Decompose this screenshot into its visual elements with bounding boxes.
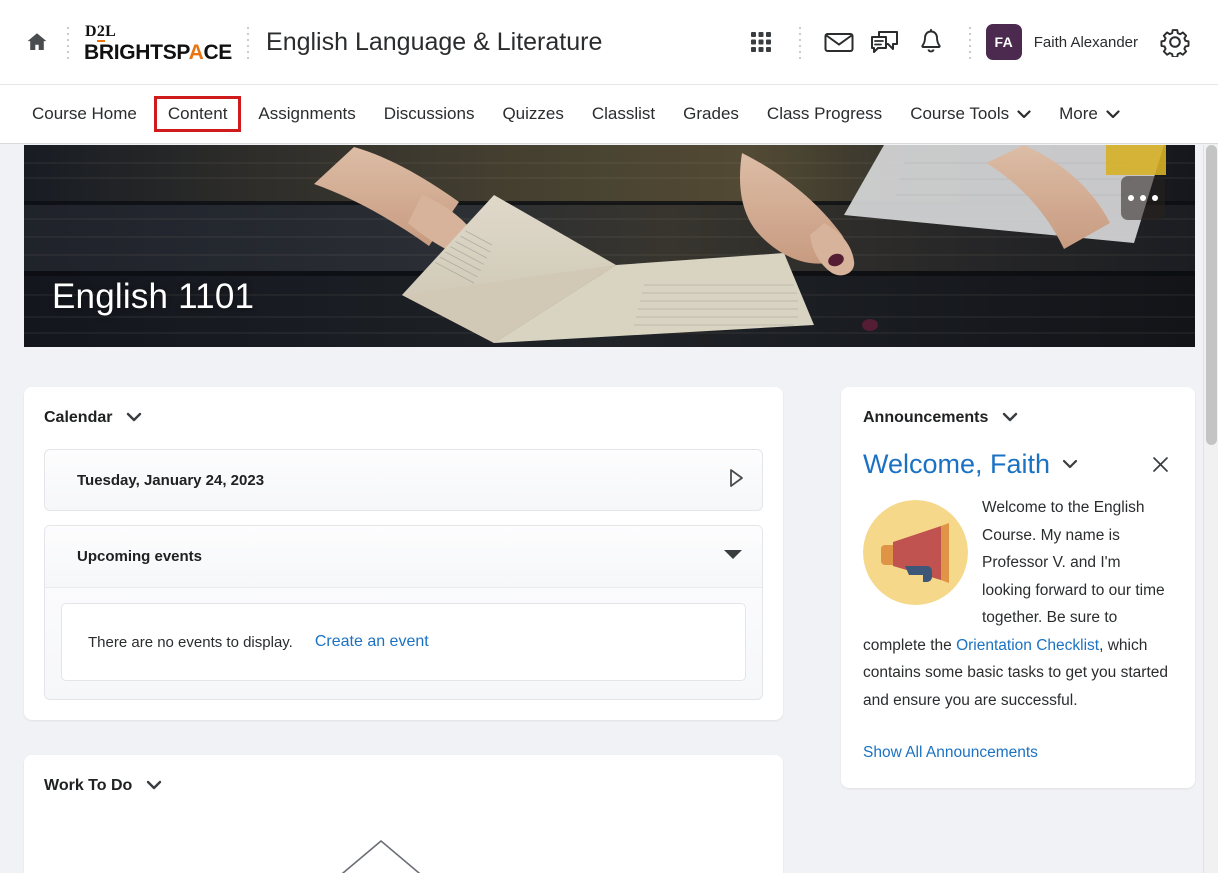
nav-item-quizzes[interactable]: Quizzes [488, 96, 577, 132]
header-divider-4 [967, 25, 972, 59]
chevron-down-icon [1017, 104, 1031, 124]
no-events-text: There are no events to display. [88, 633, 293, 651]
upcoming-events-section: Upcoming events There are no events to d… [44, 525, 763, 700]
chevron-down-icon[interactable] [146, 777, 162, 795]
chat-bubbles-icon[interactable] [862, 19, 908, 65]
nav-item-classlist[interactable]: Classlist [578, 96, 669, 132]
nav-item-grades[interactable]: Grades [669, 96, 753, 132]
brightspace-course-page: D2L BRIGHTSPACE English Language & Liter… [0, 0, 1218, 873]
upcoming-events-header[interactable]: Upcoming events [45, 526, 762, 588]
avatar[interactable]: FA [985, 24, 1022, 60]
nav-item-course-home[interactable]: Course Home [18, 96, 151, 132]
nav-item-class-progress[interactable]: Class Progress [753, 96, 896, 132]
work-to-do-widget: Work To Do [24, 755, 783, 873]
left-column: Calendar Tuesday, January 24, 2023 Upcom… [24, 387, 783, 873]
logo-brightspace: BRIGHTSPACE [84, 40, 233, 64]
orientation-checklist-link[interactable]: Orientation Checklist [956, 637, 1099, 654]
banner-options-button[interactable] [1121, 176, 1165, 220]
dot [1128, 195, 1134, 201]
user-name[interactable]: Faith Alexander [1034, 34, 1138, 51]
nav-item-assignments[interactable]: Assignments [244, 96, 369, 132]
brightspace-logo[interactable]: D2L BRIGHTSPACE [84, 22, 232, 63]
nav-item-discussions[interactable]: Discussions [370, 96, 489, 132]
header-divider-1 [66, 25, 70, 59]
header-divider-2 [246, 25, 251, 59]
announcement-headline[interactable]: Welcome, Faith [863, 449, 1050, 480]
announcements-header: Announcements [863, 409, 1173, 427]
vertical-scrollbar[interactable] [1203, 145, 1218, 873]
play-arrow-icon[interactable] [728, 468, 744, 493]
announcements-footer: Show All Announcements [863, 744, 1173, 762]
work-to-do-header: Work To Do [44, 777, 763, 795]
chevron-down-icon[interactable] [1062, 456, 1078, 474]
chevron-down-icon[interactable] [1002, 409, 1018, 427]
calendar-date-row[interactable]: Tuesday, January 24, 2023 [44, 449, 763, 511]
announcement-body: Welcome to the English Course. My name i… [863, 494, 1173, 714]
logo-d2l: D2L [85, 22, 117, 42]
course-banner: English 1101 [24, 145, 1195, 347]
gear-icon[interactable] [1152, 19, 1198, 65]
header-divider-3 [797, 25, 802, 59]
announcements-widget: Announcements Welcome, Faith Welcome to … [841, 387, 1195, 788]
close-icon[interactable] [1147, 452, 1173, 478]
show-all-announcements-link[interactable]: Show All Announcements [863, 744, 1038, 761]
no-events-row: There are no events to display. Create a… [61, 603, 746, 681]
banner-course-name: English 1101 [52, 277, 255, 316]
announcement-headline-row: Welcome, Faith [863, 449, 1173, 480]
nav-item-more[interactable]: More [1045, 96, 1134, 132]
scrollbar-thumb[interactable] [1206, 145, 1217, 445]
waffle-grid-icon[interactable] [738, 19, 784, 65]
calendar-title: Calendar [44, 409, 113, 426]
course-title: English Language & Literature [266, 27, 603, 56]
home-icon[interactable] [22, 30, 52, 54]
nav-item-more-label: More [1059, 104, 1098, 123]
work-to-do-illustration [341, 840, 421, 873]
calendar-widget-header: Calendar [44, 409, 763, 427]
chevron-down-icon [1106, 104, 1120, 124]
work-to-do-title: Work To Do [44, 777, 133, 794]
triangle-down-icon[interactable] [722, 547, 744, 566]
announcements-title: Announcements [863, 409, 989, 426]
top-header-bar: D2L BRIGHTSPACE English Language & Liter… [0, 0, 1218, 85]
chevron-down-icon[interactable] [126, 409, 142, 427]
dot [1140, 195, 1146, 201]
calendar-widget: Calendar Tuesday, January 24, 2023 Upcom… [24, 387, 783, 720]
upcoming-events-label: Upcoming events [77, 548, 203, 565]
bell-icon[interactable] [908, 19, 954, 65]
create-event-link[interactable]: Create an event [315, 633, 429, 651]
calendar-date: Tuesday, January 24, 2023 [77, 471, 265, 489]
logo-a-accent: A [188, 40, 204, 64]
header-actions: FA Faith Alexander [738, 19, 1198, 65]
dot [1152, 195, 1158, 201]
page-body: Calendar Tuesday, January 24, 2023 Upcom… [24, 387, 1195, 873]
nav-item-content[interactable]: Content [153, 96, 242, 132]
right-column: Announcements Welcome, Faith Welcome to … [841, 387, 1195, 873]
nav-item-course-tools-label: Course Tools [910, 104, 1010, 123]
nav-item-course-tools[interactable]: Course Tools [896, 96, 1045, 132]
envelope-icon[interactable] [816, 19, 862, 65]
megaphone-icon [863, 500, 968, 605]
course-nav-bar: Course Home Content Assignments Discussi… [0, 85, 1218, 144]
